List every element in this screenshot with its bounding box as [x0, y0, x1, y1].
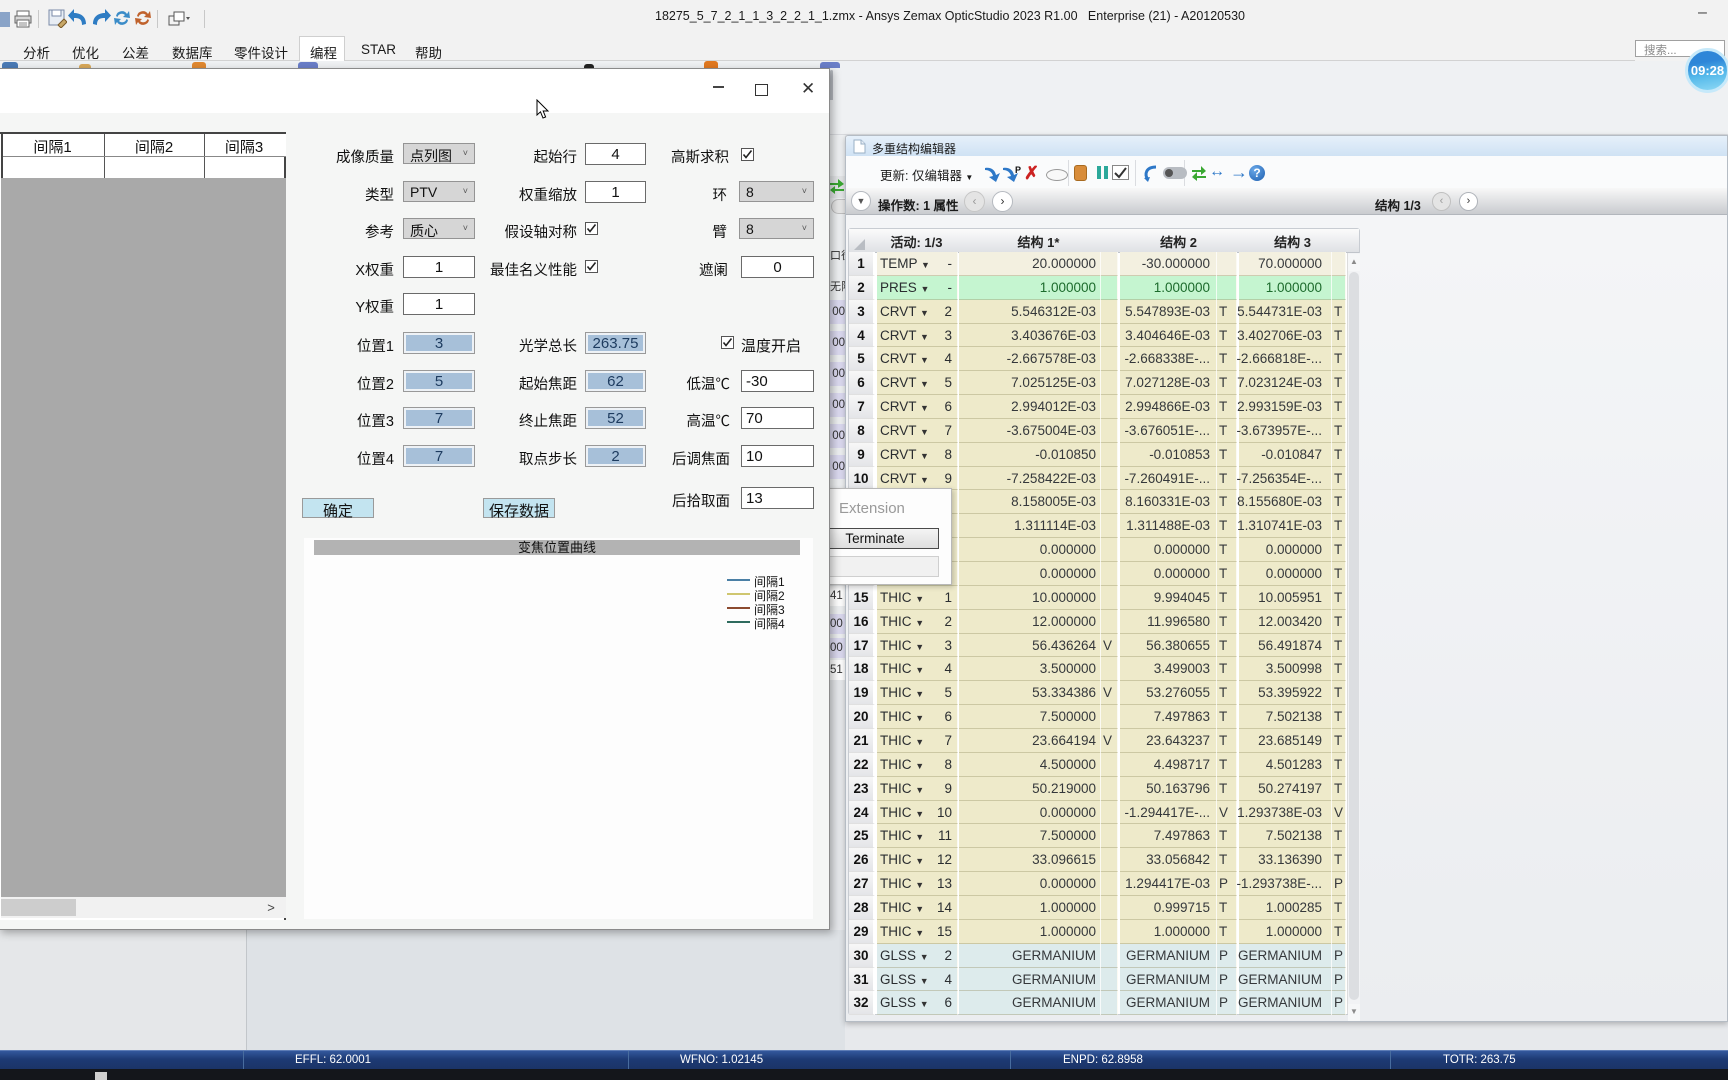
svg-text:P: P	[1015, 165, 1021, 175]
